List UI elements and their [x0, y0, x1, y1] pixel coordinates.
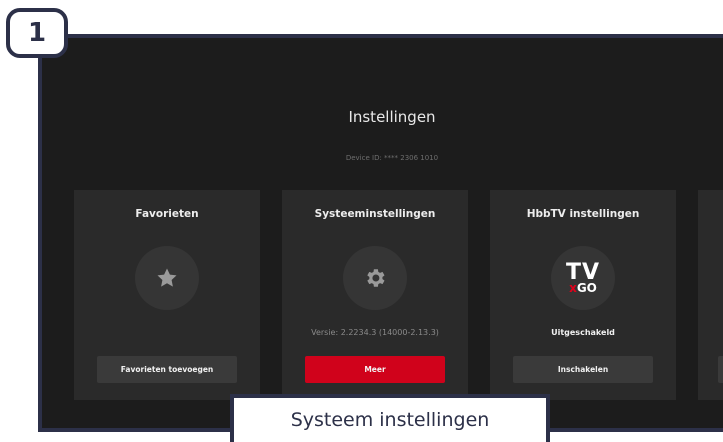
tvgo-logo: TV xGO: [565, 259, 601, 295]
status-text: Uitgeschakeld: [551, 328, 615, 337]
card-hbbtv-instellingen[interactable]: HbbTV instellingen TV xGO Uitgeschakeld …: [490, 190, 676, 400]
more-button[interactable]: Meer: [305, 356, 445, 383]
icon-circle: [135, 246, 199, 310]
icon-circle: TV xGO: [551, 246, 615, 310]
step-number: 1: [27, 18, 47, 48]
partial-card-button[interactable]: [718, 356, 723, 383]
enable-button[interactable]: Inschakelen: [513, 356, 653, 383]
add-favorites-button[interactable]: Favorieten toevoegen: [97, 356, 237, 383]
card-favorieten[interactable]: Favorieten Favorieten toevoegen: [74, 190, 260, 400]
card-partial[interactable]: [698, 190, 723, 400]
card-title: Favorieten: [135, 208, 199, 220]
caption-label: Systeem instellingen: [230, 394, 550, 442]
tv-screen-frame: Instellingen Device ID: **** 2306 1010 F…: [38, 34, 723, 432]
star-icon: [157, 268, 177, 287]
device-id: Device ID: **** 2306 1010: [345, 154, 439, 162]
card-title: Systeeminstellingen: [314, 208, 436, 220]
icon-circle: [343, 246, 407, 310]
version-text: Versie: 2.2234.3 (14000-2.13.3): [311, 328, 439, 337]
card-title: HbbTV instellingen: [526, 208, 640, 220]
page-title: Instellingen: [348, 108, 436, 126]
gear-icon: [367, 269, 385, 287]
step-number-badge: 1: [6, 8, 68, 58]
card-systeeminstellingen[interactable]: Systeeminstellingen Versie: 2.2234.3 (14…: [282, 190, 468, 400]
